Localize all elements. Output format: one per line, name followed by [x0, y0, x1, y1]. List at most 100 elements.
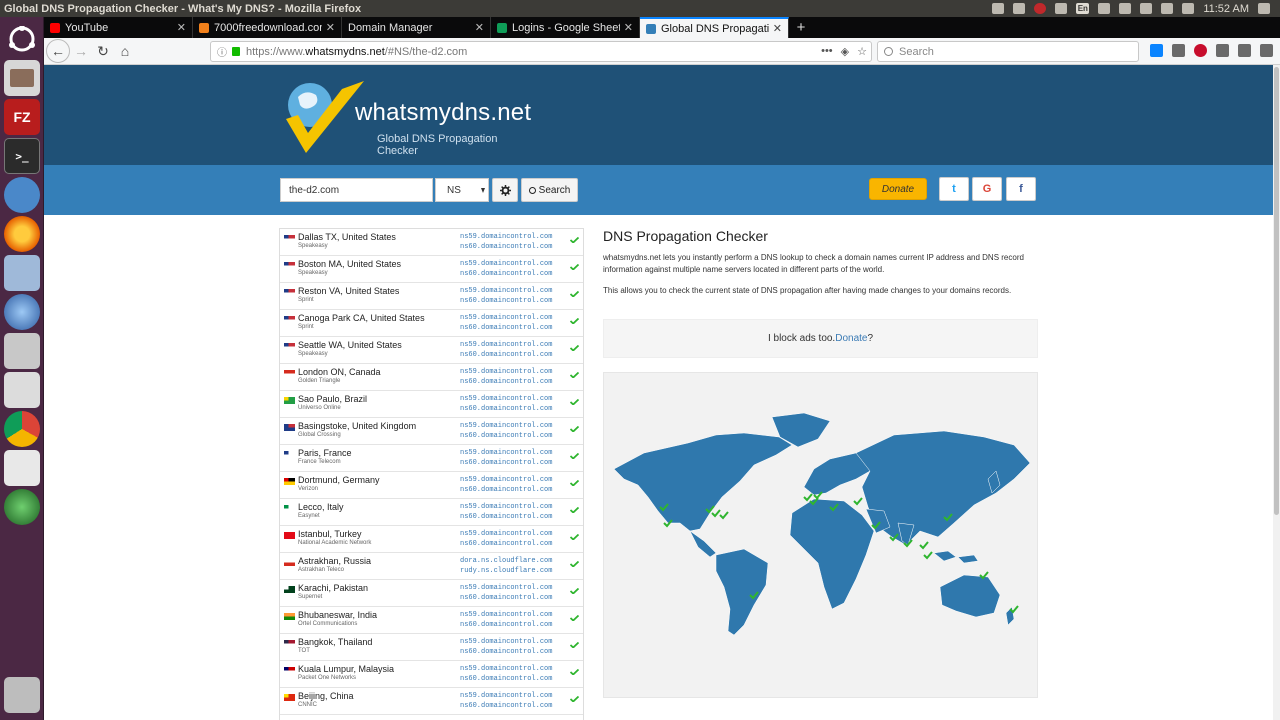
- check-icon: [570, 696, 579, 702]
- files-icon[interactable]: [4, 60, 40, 96]
- result-row[interactable]: Bangkok, Thailand TOT ns59.domaincontrol…: [280, 634, 583, 661]
- result-row[interactable]: Basingstoke, United Kingdom Global Cross…: [280, 418, 583, 445]
- check-icon: [570, 642, 579, 648]
- sync-extension-icon[interactable]: [1238, 44, 1251, 57]
- power-gear-icon[interactable]: [1258, 3, 1270, 14]
- new-tab-button[interactable]: +: [789, 17, 813, 38]
- info-icon[interactable]: ⓘ: [217, 44, 227, 59]
- close-tab-icon[interactable]: ✕: [475, 21, 484, 34]
- menu-icon[interactable]: [1260, 44, 1273, 57]
- record-icon[interactable]: [1034, 3, 1047, 14]
- result-row[interactable]: Dallas TX, United States Speakeasy ns59.…: [280, 229, 583, 256]
- result-row[interactable]: Dortmund, Germany Verizon ns59.domaincon…: [280, 472, 583, 499]
- world-map[interactable]: [603, 372, 1038, 698]
- result-row[interactable]: Reston VA, United States Sprint ns59.dom…: [280, 283, 583, 310]
- tab-domain-manager[interactable]: Domain Manager ✕: [342, 17, 491, 38]
- result-row[interactable]: Seattle WA, United States Speakeasy ns59…: [280, 337, 583, 364]
- back-button[interactable]: ←: [46, 39, 70, 63]
- tab-whatsmydns[interactable]: Global DNS Propagation✕: [640, 17, 789, 38]
- scrollbar-thumb[interactable]: [1274, 67, 1279, 515]
- dropbox-icon[interactable]: [992, 3, 1005, 14]
- volume-icon[interactable]: [1140, 3, 1153, 14]
- text-editor-icon[interactable]: [4, 450, 40, 486]
- remote-desktop-icon[interactable]: [4, 255, 40, 291]
- check-icon: [570, 534, 579, 540]
- result-location: Lecco, Italy: [298, 502, 344, 512]
- map-africa: [789, 498, 875, 610]
- download-icon[interactable]: [1150, 44, 1163, 57]
- disk-app-icon[interactable]: [4, 489, 40, 525]
- settings-app-icon[interactable]: [4, 177, 40, 213]
- donate-button[interactable]: Donate: [869, 178, 927, 200]
- result-location: Bhubaneswar, India: [298, 610, 378, 620]
- result-row[interactable]: Karachi, Pakistan Supernet ns59.domainco…: [280, 580, 583, 607]
- calculator-icon[interactable]: [4, 372, 40, 408]
- home-button[interactable]: ⌂: [114, 40, 136, 62]
- result-row[interactable]: Kuala Lumpur, Malaysia Packet One Networ…: [280, 661, 583, 688]
- result-isp: Sprint: [298, 297, 314, 303]
- check-icon: [570, 318, 579, 324]
- result-row[interactable]: London ON, Canada Golden Triangle ns59.d…: [280, 364, 583, 391]
- domain-input[interactable]: [280, 178, 433, 202]
- page-actions-icon[interactable]: •••: [821, 45, 833, 58]
- battery-icon[interactable]: [1119, 3, 1132, 14]
- google-share-button[interactable]: G: [972, 177, 1002, 201]
- site-logo[interactable]: whatsmydns.net Global DNS Propagation Ch…: [280, 75, 540, 157]
- donate-link[interactable]: Donate: [835, 333, 867, 344]
- settings-button[interactable]: [492, 178, 518, 202]
- result-nameserver-1: ns59.domaincontrol.com: [460, 260, 553, 268]
- adblock-icon[interactable]: [1194, 44, 1207, 57]
- web-browser-icon[interactable]: [4, 294, 40, 330]
- result-row[interactable]: Canoga Park CA, United States Sprint ns5…: [280, 310, 583, 337]
- trash-icon[interactable]: [4, 677, 40, 713]
- sync-icon[interactable]: [1013, 3, 1026, 14]
- forward-button[interactable]: →: [70, 40, 92, 62]
- url-bar[interactable]: ⓘ https://www. whatsmydns.net/#NS/the-d2.…: [210, 41, 872, 62]
- page-scrollbar[interactable]: [1273, 65, 1280, 720]
- bluetooth-icon[interactable]: [1098, 3, 1111, 14]
- result-row[interactable]: Sao Paulo, Brazil Universo Online ns59.d…: [280, 391, 583, 418]
- clock[interactable]: 11:52 AM: [1203, 3, 1249, 15]
- sidebar-icon[interactable]: [1216, 44, 1229, 57]
- search-button[interactable]: Search: [521, 178, 578, 202]
- close-tab-icon[interactable]: ✕: [177, 21, 186, 34]
- chrome-icon[interactable]: [4, 411, 40, 447]
- flag-icon: [284, 694, 295, 701]
- result-isp: Verizon: [298, 486, 319, 492]
- result-row[interactable]: Beijing, China CNNIC ns59.domaincontrol.…: [280, 688, 583, 715]
- tab-google-sheets[interactable]: Logins - Google Sheets ✕: [491, 17, 640, 38]
- keyboard-layout-indicator[interactable]: En: [1076, 3, 1090, 14]
- ubuntu-dash-icon[interactable]: [4, 21, 40, 57]
- firefox-icon[interactable]: [4, 216, 40, 252]
- result-isp: Astrakhan Teleco: [298, 567, 344, 573]
- twitter-share-button[interactable]: t: [939, 177, 969, 201]
- result-row[interactable]: Bhubaneswar, India Ortel Communications …: [280, 607, 583, 634]
- result-location: Canoga Park CA, United States: [298, 313, 425, 323]
- library-icon[interactable]: [1172, 44, 1185, 57]
- filezilla-icon[interactable]: FZ: [4, 99, 40, 135]
- facebook-share-button[interactable]: f: [1006, 177, 1036, 201]
- record-type-select[interactable]: NS: [435, 178, 489, 202]
- terminal-icon[interactable]: >_: [4, 138, 40, 174]
- camera-icon[interactable]: [4, 333, 40, 369]
- lock-icon[interactable]: [232, 47, 240, 56]
- messaging-icon[interactable]: [1182, 3, 1195, 14]
- pocket-icon[interactable]: ◈: [841, 45, 849, 58]
- result-row[interactable]: Lecco, Italy Easynet ns59.domaincontrol.…: [280, 499, 583, 526]
- result-row[interactable]: Paris, France France Telecom ns59.domain…: [280, 445, 583, 472]
- close-tab-icon[interactable]: ✕: [624, 21, 633, 34]
- tab-7000freedownload[interactable]: 7000freedownload.com ✕: [193, 17, 342, 38]
- result-row[interactable]: Istanbul, Turkey National Academic Netwo…: [280, 526, 583, 553]
- result-row[interactable]: Boston MA, United States Speakeasy ns59.…: [280, 256, 583, 283]
- close-tab-icon[interactable]: ✕: [326, 21, 335, 34]
- wifi-icon[interactable]: [1055, 3, 1068, 14]
- bookmark-star-icon[interactable]: ☆: [857, 45, 867, 58]
- reload-button[interactable]: ↻: [92, 40, 114, 62]
- result-nameserver-1: ns59.domaincontrol.com: [460, 422, 553, 430]
- tab-youtube[interactable]: YouTube ✕: [44, 17, 193, 38]
- search-input[interactable]: Search: [877, 41, 1139, 62]
- mail-icon[interactable]: [1161, 3, 1174, 14]
- map-check-marker: [719, 511, 729, 520]
- close-tab-icon[interactable]: ✕: [773, 22, 782, 35]
- result-row[interactable]: Astrakhan, Russia Astrakhan Teleco dora.…: [280, 553, 583, 580]
